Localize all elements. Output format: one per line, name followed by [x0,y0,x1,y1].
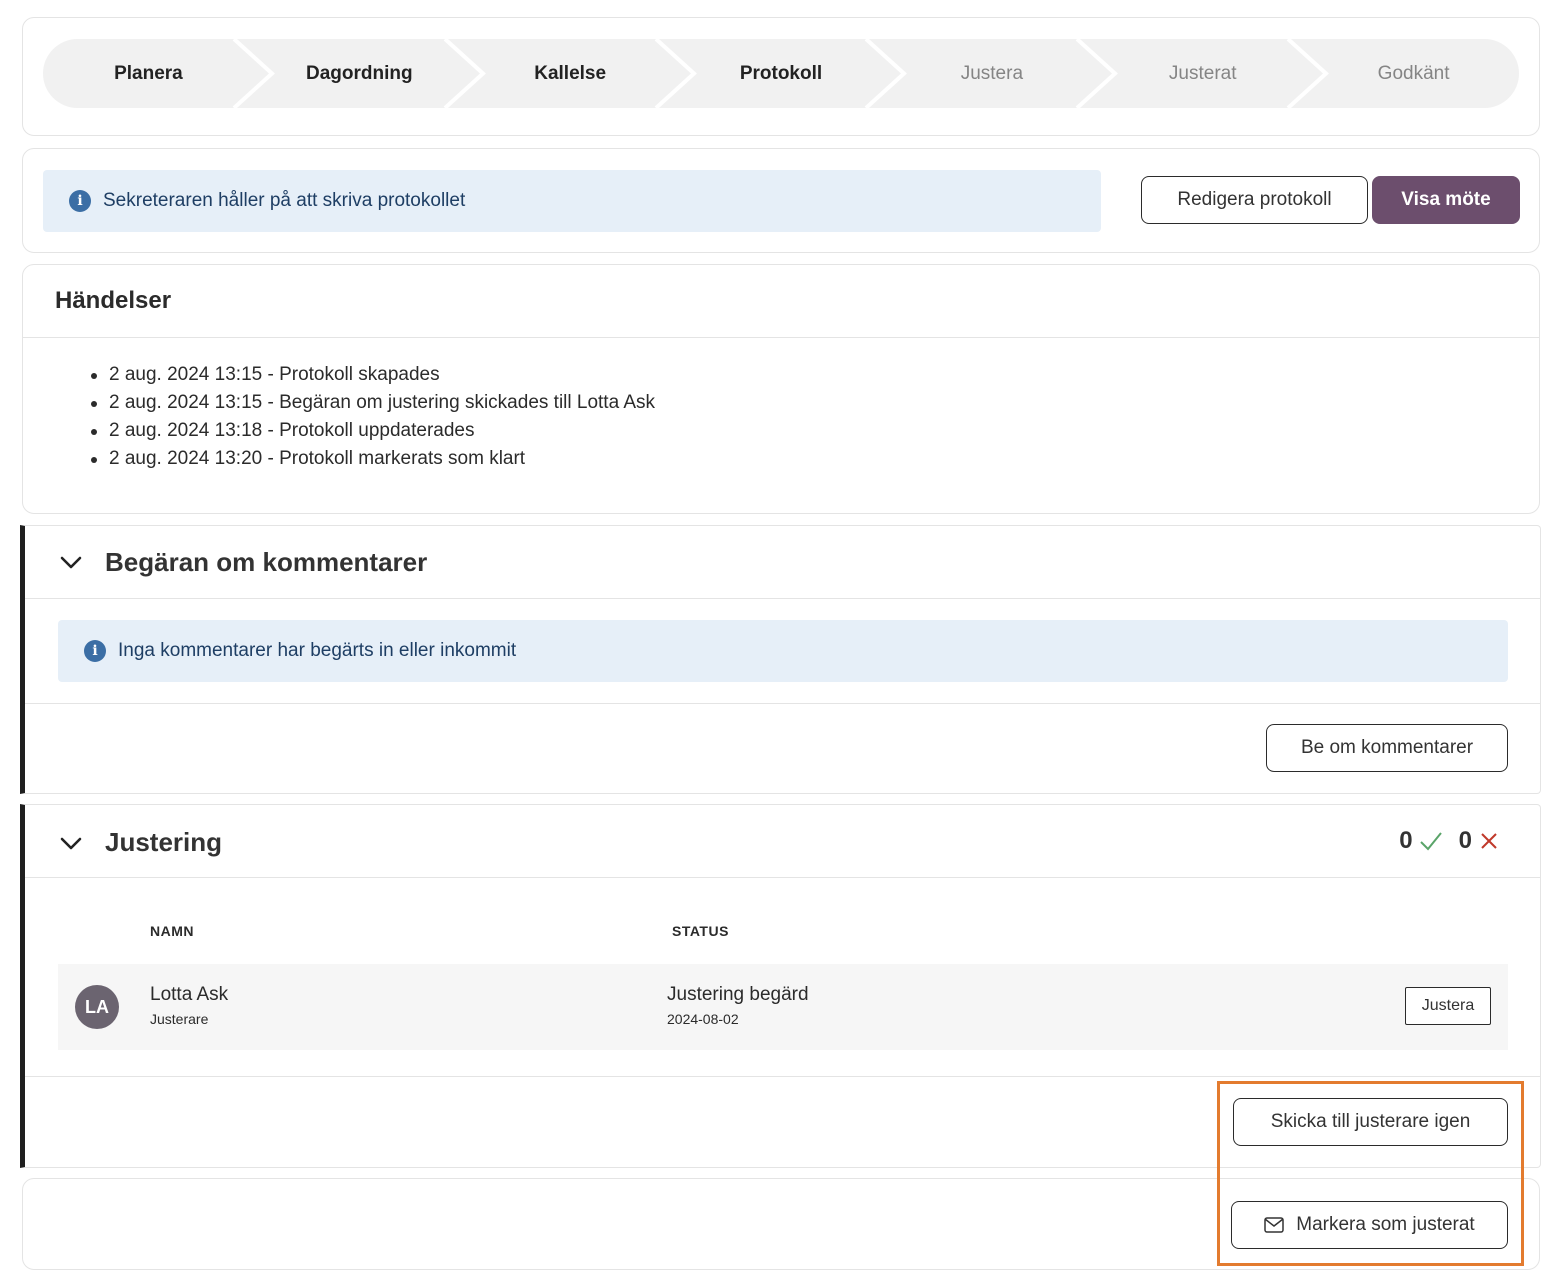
divider [25,598,1540,599]
comments-section: Begäran om kommentarer i Inga kommentare… [20,525,1541,794]
step-label: Planera [114,62,183,84]
divider [25,703,1540,704]
step-planera[interactable]: Planera [43,39,275,108]
approved-count: 0 [1399,827,1413,854]
comments-title[interactable]: Begäran om kommentarer [105,547,427,578]
chevron-down-icon[interactable] [59,550,83,574]
step-justera[interactable]: Justera [886,39,1119,108]
avatar: LA [75,985,119,1029]
step-kallelse[interactable]: Kallelse [465,39,697,108]
step-label: Godkänt [1377,62,1450,84]
step-separator-icon [1286,39,1330,108]
adjuster-role: Justerare [150,1011,209,1027]
step-godkant[interactable]: Godkänt [1308,39,1519,108]
info-icon: i [69,190,91,212]
step-separator-icon [865,39,908,108]
mark-as-adjusted-button[interactable]: Markera som justerat [1231,1201,1508,1249]
cross-icon [1481,833,1497,849]
step-label: Kallelse [534,62,607,84]
envelope-icon [1264,1217,1285,1233]
justera-button[interactable]: Justera [1405,987,1491,1025]
step-separator-icon [232,39,275,108]
mark-as-adjusted-label: Markera som justerat [1296,1214,1475,1235]
adjuster-status-date: 2024-08-02 [667,1011,739,1027]
step-label: Protokoll [739,62,823,84]
event-item: 2 aug. 2024 13:20 - Protokoll markerats … [90,445,655,473]
events-card: Händelser 2 aug. 2024 13:15 - Protokoll … [22,264,1540,514]
divider [25,877,1540,878]
column-header-status: STATUS [672,923,729,939]
status-card: i Sekreteraren håller på att skriva prot… [22,148,1540,253]
edit-protocol-button[interactable]: Redigera protokoll [1141,176,1368,224]
divider [25,1076,1540,1077]
event-item: 2 aug. 2024 13:15 - Begäran om justering… [90,389,655,417]
step-label: Justerat [1168,62,1237,84]
event-item: 2 aug. 2024 13:18 - Protokoll uppdaterad… [90,417,655,445]
footer-card: Markera som justerat [22,1178,1540,1270]
adjuster-status: Justering begärd [667,984,809,1005]
justering-section: Justering 0 0 NAMN STATUS LA Lotta Ask J… [20,804,1541,1168]
step-separator-icon [443,39,486,108]
progress-stepper: Planera Dagordning Kallelse Protokoll Ju… [43,39,1519,108]
resend-to-adjuster-button[interactable]: Skicka till justerare igen [1233,1098,1508,1146]
step-label: Justera [960,62,1024,84]
event-item: 2 aug. 2024 13:15 - Protokoll skapades [90,361,655,389]
info-icon: i [84,640,106,662]
events-title: Händelser [55,287,172,314]
comments-info-banner: i Inga kommentarer har begärts in eller … [58,620,1508,682]
events-header: Händelser [23,265,1539,338]
justering-counts: 0 0 [1399,827,1500,855]
status-info-banner: i Sekreteraren håller på att skriva prot… [43,170,1101,232]
rejected-count: 0 [1458,827,1472,854]
comments-info-text: Inga kommentarer har begärts in eller in… [118,640,517,661]
table-row: LA Lotta Ask Justerare Justering begärd … [58,964,1508,1050]
chevron-down-icon[interactable] [59,831,83,855]
events-list: 2 aug. 2024 13:15 - Protokoll skapades 2… [90,361,655,473]
step-protokoll[interactable]: Protokoll [676,39,908,108]
step-separator-icon [654,39,697,108]
status-info-text: Sekreteraren håller på att skriva protok… [103,190,466,211]
justering-title[interactable]: Justering [105,827,222,858]
progress-card: Planera Dagordning Kallelse Protokoll Ju… [22,17,1540,136]
step-dagordning[interactable]: Dagordning [254,39,486,108]
show-meeting-button[interactable]: Visa möte [1372,176,1520,224]
adjuster-name: Lotta Ask [150,984,229,1005]
column-header-name: NAMN [150,923,194,939]
check-icon [1419,832,1442,851]
step-separator-icon [1075,39,1119,108]
request-comments-button[interactable]: Be om kommentarer [1266,724,1508,772]
step-justerat[interactable]: Justerat [1097,39,1330,108]
step-label: Dagordning [305,62,413,84]
